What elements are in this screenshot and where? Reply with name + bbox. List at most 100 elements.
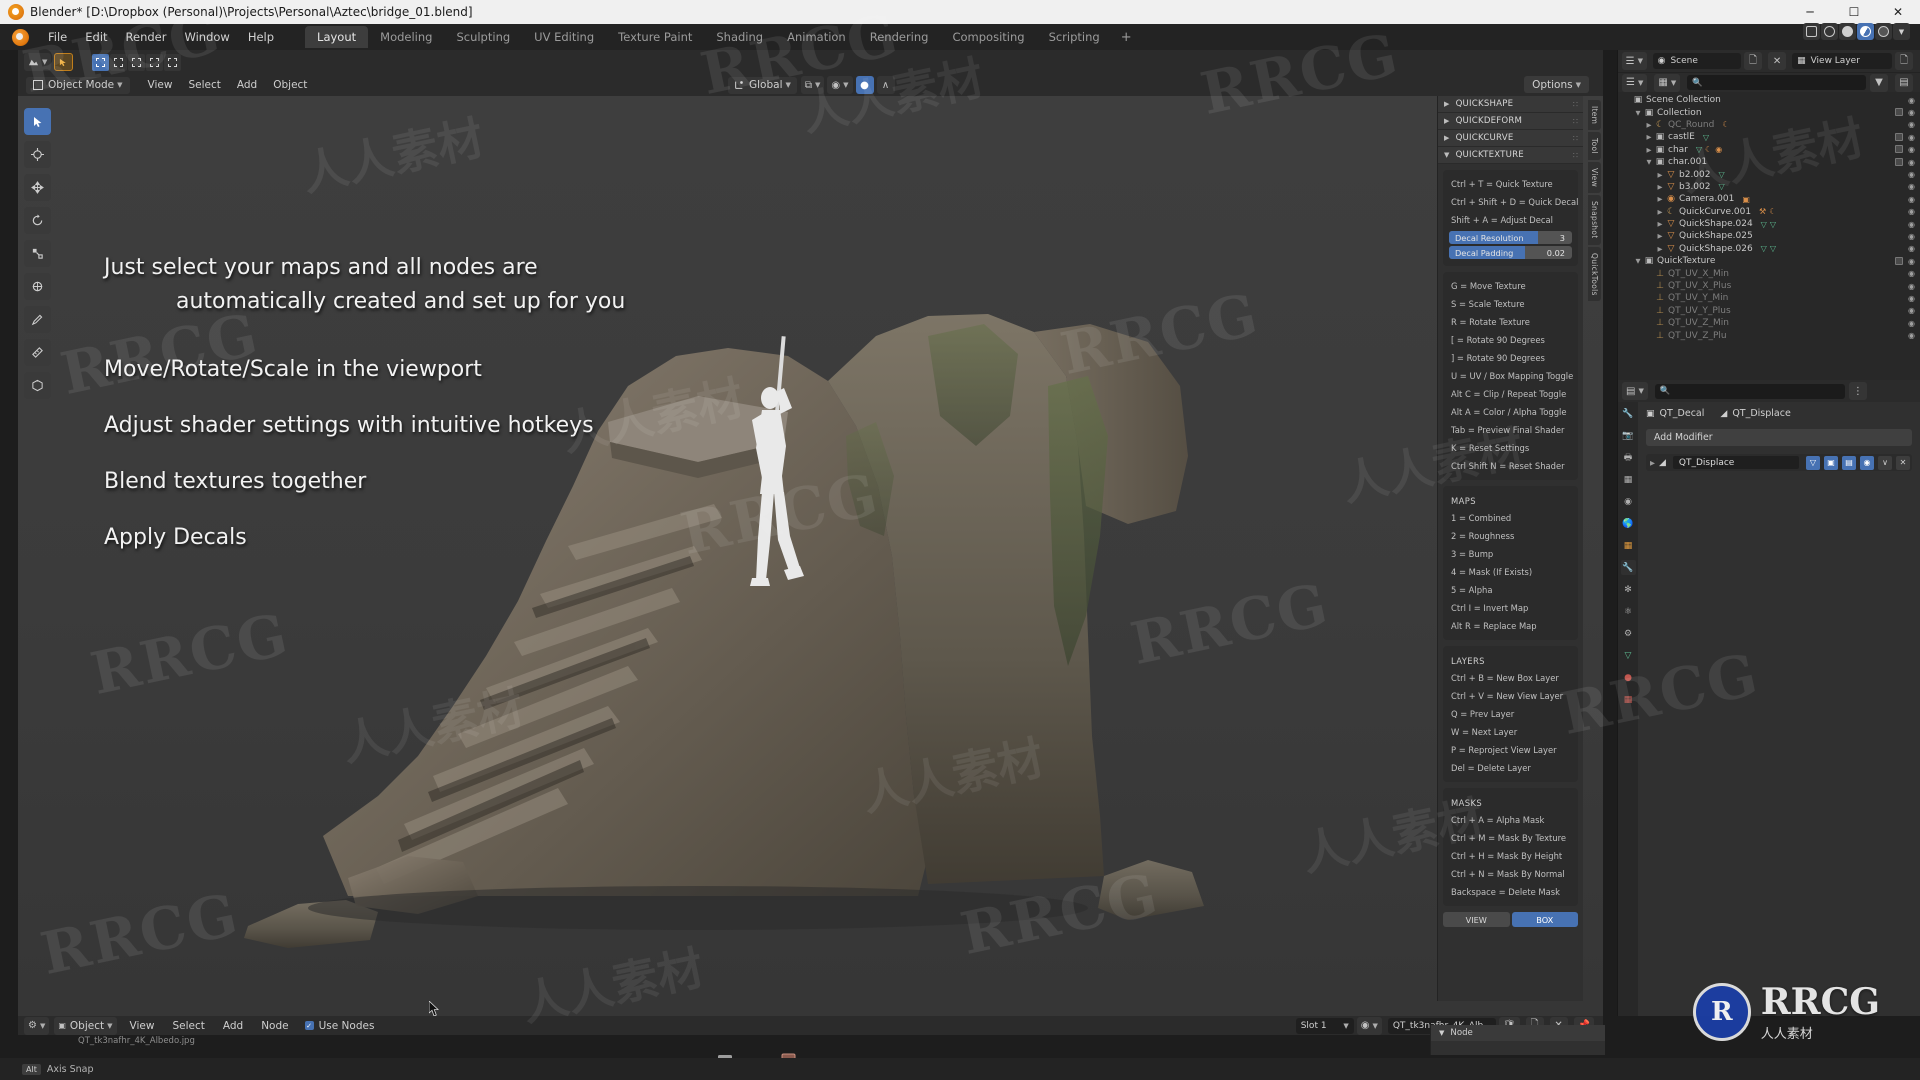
editor-type-icon[interactable]: ☰ ▼ [1622, 52, 1647, 70]
tab-uv-editing[interactable]: UV Editing [522, 26, 606, 48]
chevron-right-icon[interactable]: ▶ [1644, 133, 1654, 141]
tab-layout[interactable]: Layout [305, 26, 369, 48]
outliner-row[interactable]: ▶ ▽ QuickShape.025 ◉ [1618, 230, 1920, 242]
chevron-down-icon[interactable]: ▼ [1633, 109, 1643, 117]
visibility-eye-icon[interactable]: ◉ [1908, 306, 1915, 315]
outliner-row[interactable]: ⊥ QT_UV_Z_Plu ◉ [1618, 329, 1920, 341]
view-layer-selector[interactable]: ▦ View Layer [1792, 53, 1892, 69]
sidebar-tab-snapshot[interactable]: Snapshot [1588, 195, 1601, 245]
shader-node-editor[interactable]: ⚙ ▼ ▣ Object ▼ View Select Add Node ✓ Use… [18, 1016, 1603, 1058]
new-view-layer-button[interactable]: 🗋 [1895, 52, 1913, 70]
outliner-row[interactable]: ▶ ▽ QuickShape.024 ▽ ▽ ◉ [1618, 218, 1920, 230]
chevron-right-icon[interactable]: ▶ [1655, 208, 1665, 216]
visibility-eye-icon[interactable]: ◉ [1908, 257, 1915, 266]
minimize-button[interactable]: ─ [1788, 0, 1832, 24]
node-menu-select[interactable]: Select [164, 1018, 212, 1034]
material-slot-selector[interactable]: Slot 1 ▼ [1295, 1017, 1354, 1034]
rotate-tool-icon[interactable] [24, 207, 51, 234]
maximize-button[interactable]: ☐ [1832, 0, 1876, 24]
outliner-row[interactable]: ▼ ▣ Collection ◉ [1618, 106, 1920, 118]
accordion-quickdeform[interactable]: ▶ QUICKDEFORM ∷ [1438, 113, 1583, 130]
toggle-box[interactable]: BOX [1511, 912, 1578, 927]
properties-options-icon[interactable]: ⋮ [1848, 382, 1867, 400]
annotate-tool-icon[interactable] [24, 306, 51, 333]
chevron-down-icon[interactable]: ▼ [1644, 158, 1654, 166]
chevron-right-icon[interactable]: ▶ [1655, 171, 1665, 179]
outliner-row[interactable]: ▶ ▽ b3.002 ▽ ◉ [1618, 181, 1920, 193]
outliner-options-icon[interactable]: ▤ [1895, 73, 1913, 92]
visibility-eye-icon[interactable]: ◉ [1908, 195, 1915, 204]
tab-tool-properties-icon[interactable]: 🔧 [1621, 406, 1636, 421]
collection-checkbox[interactable] [1895, 132, 1904, 141]
sidebar-tab-tool[interactable]: Tool [1588, 132, 1601, 161]
menu-help[interactable]: Help [239, 27, 283, 47]
tab-material-properties-icon[interactable]: ● [1621, 670, 1636, 685]
tab-object-properties-icon[interactable]: ▦ [1621, 538, 1636, 553]
tab-data-properties-icon[interactable]: ▽ [1621, 648, 1636, 663]
measure-tool-icon[interactable] [24, 339, 51, 366]
menu-window[interactable]: Window [175, 27, 238, 47]
tab-scene-properties-icon[interactable]: ◉ [1621, 494, 1636, 509]
outliner-row[interactable]: ▶ ☾ QuickCurve.001 ⚒ ☾ ◉ [1618, 206, 1920, 218]
properties-search-input[interactable]: 🔍 [1654, 383, 1845, 399]
tab-rendering[interactable]: Rendering [858, 26, 941, 48]
drag-handle-icon[interactable]: ∷ [1573, 151, 1579, 160]
visibility-eye-icon[interactable]: ◉ [1908, 232, 1915, 241]
sidebar-tab-view[interactable]: View [1588, 162, 1601, 194]
drag-handle-icon[interactable]: ∷ [1573, 117, 1579, 126]
display-mode-icon[interactable]: ☰ ▼ [1622, 73, 1648, 92]
shading-solid-icon[interactable] [1839, 23, 1856, 40]
transform-orientation-dropdown[interactable]: Global ▼ [728, 76, 797, 94]
visibility-eye-icon[interactable]: ◉ [1908, 331, 1915, 340]
menu-edit[interactable]: Edit [76, 27, 116, 47]
chevron-right-icon[interactable]: ▶ [1655, 195, 1665, 203]
select-extend-icon[interactable] [110, 53, 128, 71]
chevron-right-icon[interactable]: ▶ [1644, 146, 1654, 154]
visibility-eye-icon[interactable]: ◉ [1908, 244, 1915, 253]
outliner-editor[interactable]: ☰ ▼ ◉ Scene 🗋 ✕ ▦ View Layer 🗋 ☰ ▼ ▦ ▼ 🔍 ▼ … [1617, 50, 1920, 380]
node-editor-canvas[interactable]: QT_tk3nafhr_4K_Albedo.jpg [18, 1035, 1603, 1058]
visibility-eye-icon[interactable]: ◉ [1908, 158, 1915, 167]
modifier-extras-menu-icon[interactable]: ∨ [1878, 455, 1892, 470]
sidebar-tab-item[interactable]: Item [1588, 100, 1601, 131]
add-modifier-button[interactable]: Add Modifier [1646, 429, 1912, 446]
outliner-row[interactable]: ⊥ QT_UV_Z_Min ◉ [1618, 317, 1920, 329]
select-invert-icon[interactable] [146, 53, 164, 71]
modifier-realtime-icon[interactable]: ▤ [1842, 455, 1856, 470]
outliner-row[interactable]: ⊥ QT_UV_X_Plus ◉ [1618, 280, 1920, 292]
visibility-eye-icon[interactable]: ◉ [1908, 145, 1915, 154]
properties-editor[interactable]: ▤ ▼ 🔍 ⋮ 🔧 📷 🖶 ▦ ◉ 🌎 ▦ 🔧 ✻ ⚛ ⚙ ▽ ● ▦ ▣ QT… [1617, 380, 1920, 1016]
node-menu-add[interactable]: Add [215, 1018, 251, 1034]
tab-output-properties-icon[interactable]: 🖶 [1621, 450, 1636, 465]
scale-tool-icon[interactable] [24, 240, 51, 267]
outliner-search-input[interactable]: 🔍 [1687, 75, 1866, 90]
close-button[interactable]: ✕ [1876, 0, 1920, 24]
toggle-view[interactable]: VIEW [1443, 912, 1510, 927]
visibility-eye-icon[interactable]: ◉ [1908, 170, 1915, 179]
outliner-row[interactable]: ⊥ QT_UV_X_Min ◉ [1618, 267, 1920, 279]
material-browse-icon[interactable]: ◉ ▼ [1356, 1016, 1382, 1035]
tab-render-properties-icon[interactable]: 📷 [1621, 428, 1636, 443]
3d-viewport[interactable]: Just select your maps and all nodes are … [18, 96, 1603, 1016]
chevron-right-icon[interactable]: ▶ [1655, 183, 1665, 191]
outliner-row[interactable]: ▼ ▣ QuickTexture ◉ [1618, 255, 1920, 267]
outliner-row[interactable]: ▶ ▽ b2.002 ▽ ◉ [1618, 168, 1920, 180]
proportional-edit-button[interactable]: ◉ ▼ [827, 76, 853, 94]
decal-resolution-slider[interactable]: Decal Resolution 3 [1449, 231, 1572, 244]
tab-scripting[interactable]: Scripting [1037, 26, 1112, 48]
editor-type-icon[interactable]: ▤ ▼ [1622, 382, 1648, 400]
tab-shading[interactable]: Shading [704, 26, 775, 48]
viewport-menu-add[interactable]: Add [229, 77, 265, 93]
chevron-right-icon[interactable]: ▶ [1644, 121, 1654, 129]
breadcrumb-modifier[interactable]: ◢ QT_Displace [1720, 408, 1790, 419]
chevron-down-icon[interactable]: ▼ [1633, 257, 1643, 265]
visibility-eye-icon[interactable]: ◉ [1908, 108, 1915, 117]
object-mode-dropdown[interactable]: Object Mode ▼ [26, 76, 130, 94]
collection-checkbox[interactable] [1895, 256, 1904, 265]
visibility-eye-icon[interactable]: ◉ [1908, 269, 1915, 278]
node-editor-side-panel[interactable]: ▼ Node [1430, 1025, 1605, 1055]
chevron-right-icon[interactable]: ▶ [1655, 245, 1665, 253]
accordion-quickshape[interactable]: ▶ QUICKSHAPE ∷ [1438, 96, 1583, 113]
transform-tool-icon[interactable] [24, 273, 51, 300]
editor-type-icon[interactable]: ▼ [24, 53, 52, 71]
